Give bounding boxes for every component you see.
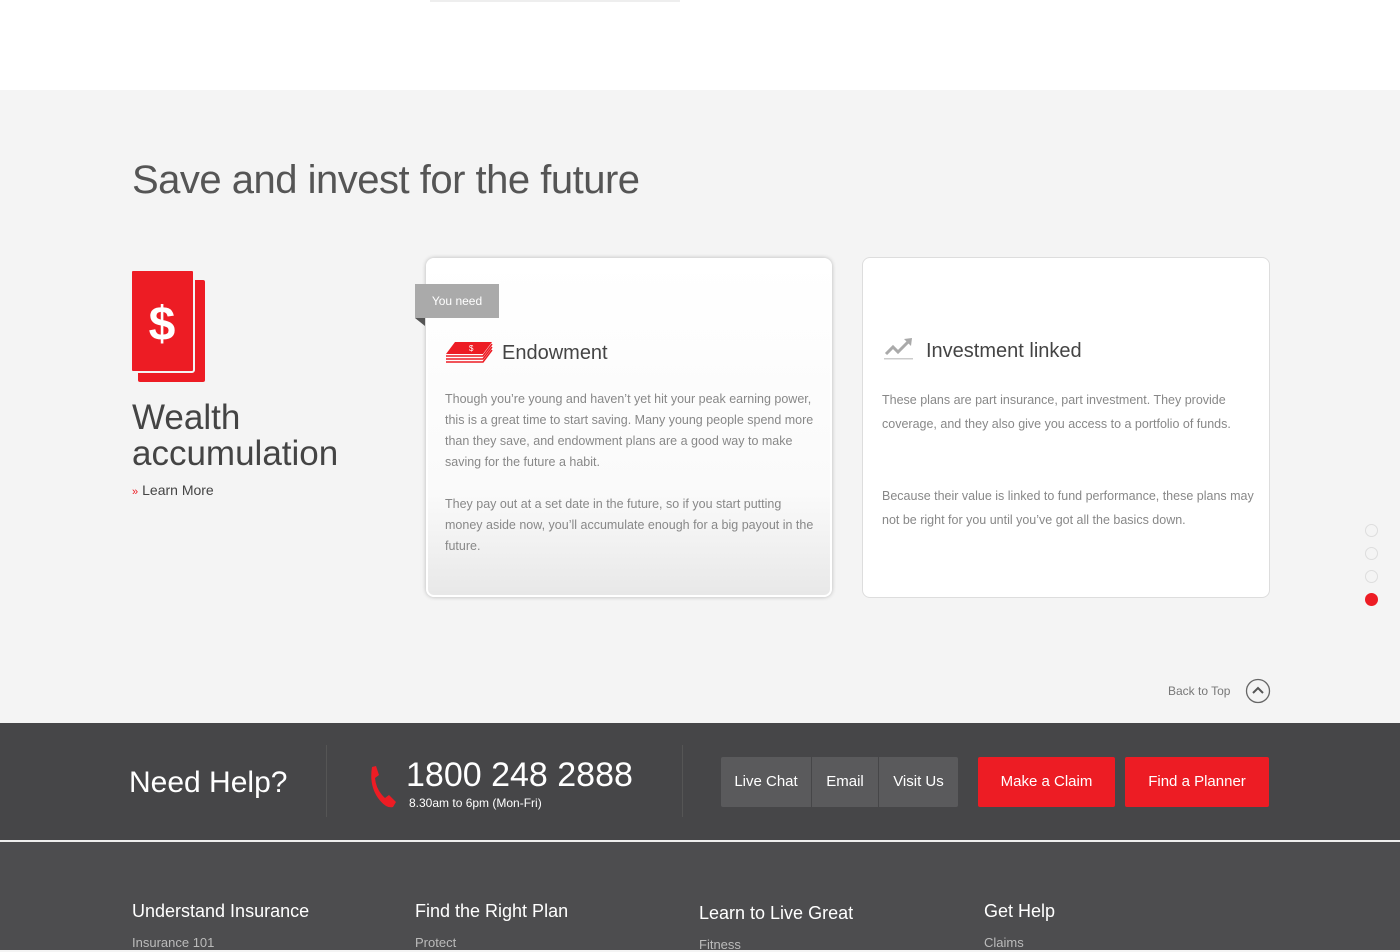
live-chat-button[interactable]: Live Chat: [721, 757, 811, 807]
card-title: Investment linked: [926, 340, 1082, 362]
investment-linked-card[interactable]: Investment linked These plans are part i…: [862, 257, 1270, 598]
learn-more-label: Learn More: [142, 482, 214, 498]
card-title: Endowment: [502, 342, 608, 364]
pager-dot-4-active[interactable]: [1365, 593, 1378, 606]
footer-heading: Learn to Live Great: [699, 903, 854, 923]
section-title: Save and invest for the future: [132, 158, 640, 202]
divider: [682, 745, 683, 817]
tag-fold: [415, 318, 425, 326]
pager-dot-2[interactable]: [1365, 547, 1378, 560]
footer-heading: Find the Right Plan: [415, 901, 569, 921]
footer-heading: Understand Insurance: [132, 901, 310, 921]
back-to-top-link[interactable]: Back to Top: [1168, 684, 1230, 698]
footer-links: Understand Insurance Insurance 101 Find …: [0, 842, 1400, 952]
find-a-planner-button[interactable]: Find a Planner: [1125, 757, 1269, 807]
pager-dot-3[interactable]: [1365, 570, 1378, 583]
footer-heading: Get Help: [984, 901, 1056, 921]
phone-icon: [371, 766, 396, 808]
phone-hours: 8.30am to 6pm (Mon-Fri): [409, 796, 542, 810]
card-paragraph: Though you’re young and haven’t yet hit …: [445, 392, 814, 469]
footer-link[interactable]: Insurance 101: [132, 935, 214, 950]
category-title-line2: accumulation: [132, 434, 339, 473]
card-paragraph: Because their value is linked to fund pe…: [882, 489, 1254, 527]
make-a-claim-button[interactable]: Make a Claim: [978, 757, 1115, 807]
need-help-title: Need Help?: [129, 766, 288, 799]
category-title-line1: Wealth: [132, 398, 241, 437]
card-paragraph: These plans are part insurance, part inv…: [882, 393, 1231, 431]
money-stack-icon: $: [446, 342, 493, 363]
divider: [430, 0, 680, 2]
category-title: Wealth accumulation: [132, 400, 338, 472]
footer-link[interactable]: Protect: [415, 935, 456, 950]
email-button[interactable]: Email: [812, 757, 878, 807]
pager-dot-1[interactable]: [1365, 524, 1378, 537]
trend-up-icon: [884, 338, 913, 360]
svg-text:$: $: [149, 298, 176, 351]
chevron-up-circle-icon[interactable]: [1245, 678, 1271, 704]
learn-more-link[interactable]: » Learn More: [132, 482, 214, 498]
card-paragraph: They pay out at a set date in the future…: [445, 497, 814, 553]
footer-link[interactable]: Claims: [984, 935, 1024, 950]
top-band: [0, 0, 1400, 90]
chevron-right-icon: »: [132, 486, 139, 498]
svg-text:$: $: [469, 344, 474, 353]
you-need-tag: You need: [415, 284, 499, 318]
divider: [326, 745, 327, 817]
visit-us-button[interactable]: Visit Us: [879, 757, 958, 807]
phone-number[interactable]: 1800 248 2888: [406, 756, 633, 795]
dollar-book-icon: $: [131, 270, 205, 382]
help-bar: Need Help? 1800 248 2888 8.30am to 6pm (…: [0, 723, 1400, 840]
